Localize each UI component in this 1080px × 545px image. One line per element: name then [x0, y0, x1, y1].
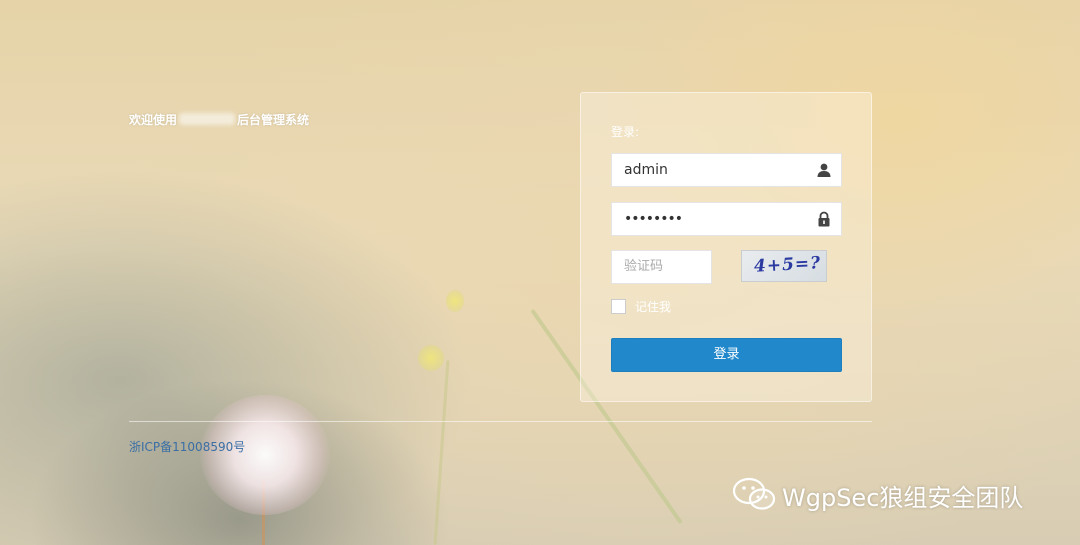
- password-value: ••••••••: [624, 211, 683, 227]
- password-field[interactable]: ••••••••: [611, 202, 842, 236]
- flower-bud-decoration: [446, 290, 464, 312]
- remember-me-checkbox[interactable]: [611, 299, 626, 314]
- redacted-system-name: [179, 113, 236, 125]
- grass-stem-decoration: [433, 360, 450, 545]
- login-title: 登录:: [611, 125, 640, 139]
- username-field[interactable]: admin: [611, 153, 842, 187]
- dandelion-decoration: [200, 395, 330, 515]
- captcha-image[interactable]: 4+5=?: [741, 250, 827, 282]
- user-icon: [817, 163, 831, 177]
- icp-license-link[interactable]: 浙ICP备11008590号: [129, 438, 245, 455]
- captcha-code: 4+5=?: [753, 253, 822, 277]
- login-button[interactable]: 登录: [611, 338, 842, 372]
- captcha-placeholder: 验证码: [624, 259, 664, 274]
- login-page-background: 欢迎使用 后台管理系统 登录: admin •••••••• 验证码 4+5=?: [0, 0, 1080, 545]
- lock-icon: [818, 211, 830, 227]
- captcha-input[interactable]: 验证码: [611, 250, 712, 284]
- footer-divider: [129, 421, 872, 422]
- login-panel: 登录: admin •••••••• 验证码 4+5=? 记住我 登录: [580, 92, 872, 402]
- welcome-suffix: 后台管理系统: [237, 113, 310, 127]
- username-value: admin: [624, 162, 668, 178]
- welcome-prefix: 欢迎使用: [129, 113, 178, 127]
- remember-me-label[interactable]: 记住我: [635, 299, 671, 315]
- flower-bud-decoration: [418, 345, 444, 371]
- wechat-icon: [732, 477, 776, 510]
- welcome-heading: 欢迎使用 后台管理系统: [129, 111, 309, 128]
- watermark-text: WgpSec狼组安全团队: [782, 484, 1024, 512]
